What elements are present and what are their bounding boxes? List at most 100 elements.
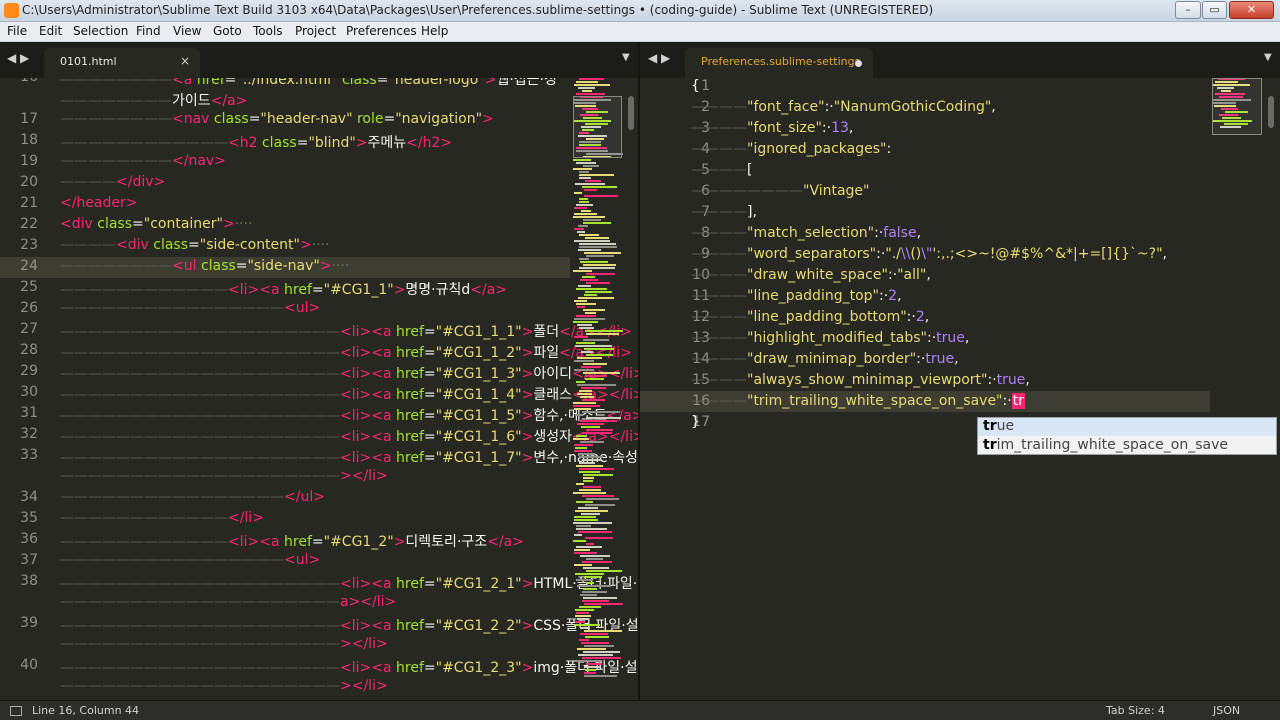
pane-menu-icon[interactable]: ▼	[1264, 52, 1272, 63]
code-token: ————	[691, 351, 747, 367]
tab-scroll-arrows-icon[interactable]: ◀ ▶	[648, 51, 670, 65]
code-line[interactable]: ————"line_padding_top":·2,	[691, 288, 902, 304]
code-line[interactable]: ————"font_size":·13,	[691, 120, 853, 136]
code-line[interactable]: ————————————————<ul>	[60, 552, 320, 568]
code-line[interactable]: ————"line_padding_bottom":·2,	[691, 309, 929, 325]
menu-selection[interactable]: Selection	[73, 24, 128, 38]
code-line[interactable]: ————],	[691, 204, 757, 220]
code-line[interactable]: ————————————————————<li><a href="#CG1_2_…	[60, 573, 638, 593]
code-token: "#CG1_1_3"	[435, 366, 522, 382]
minimap-line	[586, 255, 614, 257]
autocomplete-item-trim[interactable]: trim_trailing_white_space_on_save	[978, 437, 1276, 455]
vertical-scrollbar[interactable]	[628, 96, 634, 130]
modified-dot-icon[interactable]	[855, 60, 862, 67]
tab-close-icon[interactable]: ×	[180, 54, 190, 68]
code-token: ></li>	[340, 468, 388, 484]
code-line[interactable]: ————"font_face":·"NanumGothicCoding",	[691, 99, 996, 115]
code-line[interactable]: ————<div class="side-content">····	[60, 237, 330, 253]
code-line[interactable]: </header>	[60, 195, 138, 211]
menu-edit[interactable]: Edit	[39, 24, 62, 38]
autocomplete-item-true[interactable]: true	[978, 418, 1276, 436]
code-line[interactable]: ————————————————————<li><a href="#CG1_1_…	[60, 342, 632, 362]
code-line[interactable]: ————</div>	[60, 174, 165, 190]
code-line[interactable]: ————————————<li><a href="#CG1_2">디렉토리·구조…	[60, 531, 524, 551]
minimap[interactable]	[573, 78, 623, 698]
code-token: class	[200, 258, 236, 274]
code-line[interactable]: ————————————————————<li><a href="#CG1_2_…	[60, 657, 638, 677]
code-line[interactable]: ————————</nav>	[60, 153, 226, 169]
line-number: 1	[701, 78, 710, 94]
panel-toggle-icon[interactable]	[10, 706, 22, 716]
code-token: "line_padding_bottom"	[747, 309, 907, 325]
code-line[interactable]: ————————"Vintage"	[691, 183, 869, 199]
code-line[interactable]: ————————————————————<li><a href="#CG1_1_…	[60, 363, 638, 383]
code-line[interactable]: ————————————————————<li><a href="#CG1_1_…	[60, 405, 638, 425]
code-line[interactable]: ————————————————————></li>	[60, 636, 388, 652]
code-line[interactable]: ————————<a href="../index.html" class="h…	[60, 78, 557, 89]
code-line[interactable]: }	[691, 414, 700, 430]
code-line[interactable]: ————"trim_trailing_white_space_on_save":…	[691, 393, 1025, 409]
code-line[interactable]: ————————————————————<li><a href="#CG1_1_…	[60, 426, 638, 446]
menu-project[interactable]: Project	[295, 24, 336, 38]
code-token: href	[396, 450, 424, 466]
minimize-button[interactable]: –	[1175, 1, 1201, 19]
menu-tools[interactable]: Tools	[253, 24, 283, 38]
menu-preferences[interactable]: Preferences	[346, 24, 417, 38]
code-line[interactable]: ————————————————————<li><a href="#CG1_1_…	[60, 321, 632, 341]
code-line[interactable]: <div class="container">····	[60, 216, 253, 232]
code-line[interactable]: ————————————————————<li><a href="#CG1_1_…	[60, 447, 638, 467]
maximize-button[interactable]: ▭	[1202, 1, 1227, 19]
pane-menu-icon[interactable]: ▼	[622, 52, 630, 63]
tab-0101-html[interactable]: 0101.html ×	[44, 48, 200, 78]
menu-help[interactable]: Help	[421, 24, 448, 38]
code-line[interactable]: ————————<ul class="side-nav">····	[60, 258, 349, 274]
code-token: ————	[691, 330, 747, 346]
left-editor[interactable]: 16 ————————<a href="../index.html" class=…	[0, 78, 638, 700]
minimap-line	[573, 321, 598, 323]
minimap-line	[584, 675, 617, 677]
tab-preferences-settings[interactable]: Preferences.sublime-settings	[685, 48, 873, 78]
code-line[interactable]: ————"ignored_packages":	[691, 141, 891, 157]
tab-scroll-arrows-icon[interactable]: ◀ ▶	[7, 51, 29, 65]
code-line[interactable]: {	[691, 78, 700, 94]
code-line[interactable]: ————"always_show_minimap_viewport":·true…	[691, 372, 1030, 388]
minimap-line	[581, 210, 591, 212]
code-token: ————————————	[60, 510, 228, 526]
code-line[interactable]: ————————————————————></li>	[60, 678, 388, 694]
vertical-scrollbar[interactable]	[1268, 96, 1274, 128]
code-line[interactable]: ————————————————————<li><a href="#CG1_2_…	[60, 615, 638, 635]
code-line[interactable]: ————————————————</ul>	[60, 489, 325, 505]
code-line[interactable]: ————————————</li>	[60, 510, 264, 526]
line-number: 24	[20, 258, 38, 274]
menu-goto[interactable]: Goto	[213, 24, 242, 38]
syntax-indicator[interactable]: JSON	[1213, 704, 1240, 717]
menu-find[interactable]: Find	[136, 24, 161, 38]
code-line[interactable]: ————"highlight_modified_tabs":·true,	[691, 330, 969, 346]
minimap-viewport[interactable]	[1212, 78, 1262, 135]
menu-file[interactable]: File	[7, 24, 27, 38]
code-line[interactable]: ————————————————<ul>	[60, 300, 320, 316]
tab-size-indicator[interactable]: Tab Size: 4	[1106, 704, 1165, 717]
code-line[interactable]: ————————————————————a></li>	[60, 594, 396, 610]
minimap[interactable]	[1212, 78, 1264, 138]
code-line[interactable]: ————[	[691, 162, 752, 178]
code-line[interactable]: ————————가이드</a>	[60, 90, 247, 110]
code-line[interactable]: ————————————<li><a href="#CG1_1">명명·규칙d<…	[60, 279, 507, 299]
right-editor[interactable]: 1{2 ————"font_face":·"NanumGothicCoding",…	[640, 78, 1280, 700]
close-button[interactable]: ✕	[1229, 1, 1274, 19]
line-number: 32	[20, 426, 38, 442]
minimap-line	[574, 336, 588, 338]
title-bar: C:\Users\Administrator\Sublime Text Buil…	[0, 0, 1280, 22]
code-line[interactable]: ————————————<h2 class="blind">주메뉴</h2>	[60, 132, 452, 152]
code-line[interactable]: ————"word_separators":·"./\\()\"':,.;<>~…	[691, 246, 1167, 262]
code-token: </nav>	[172, 153, 226, 169]
code-line[interactable]: ————"match_selection":·false,	[691, 225, 921, 241]
code-line[interactable]: ————"draw_white_space":·"all",	[691, 267, 931, 283]
minimap-viewport[interactable]	[573, 96, 622, 158]
code-line[interactable]: ————"draw_minimap_border":·true,	[691, 351, 959, 367]
code-line[interactable]: ————————<nav class="header-nav" role="na…	[60, 111, 494, 127]
code-line[interactable]: ————————————————————<li><a href="#CG1_1_…	[60, 384, 638, 404]
code-line[interactable]: ————————————————————></li>	[60, 468, 388, 484]
code-token: "ignored_packages"	[747, 141, 887, 157]
menu-view[interactable]: View	[173, 24, 201, 38]
